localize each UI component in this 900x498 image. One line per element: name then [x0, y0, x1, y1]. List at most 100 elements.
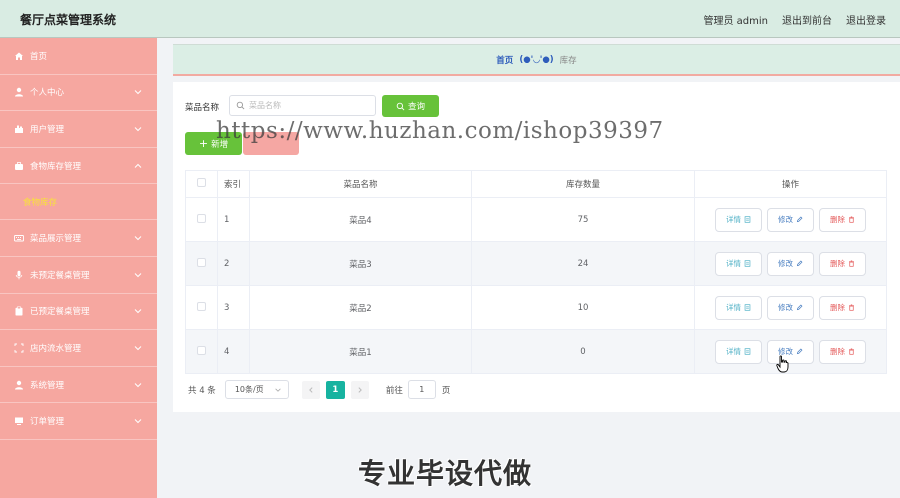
trash-icon: [849, 348, 854, 355]
pencil-icon: [796, 216, 803, 223]
sidebar-item-store-flow[interactable]: 店内流水管理: [0, 330, 157, 367]
search-field[interactable]: [229, 95, 376, 116]
document-icon: [744, 216, 751, 223]
person-icon: [14, 380, 24, 390]
search-input[interactable]: [249, 101, 369, 110]
next-page-button[interactable]: [350, 380, 369, 399]
row-dish-name: 菜品2: [249, 285, 472, 330]
sidebar-item-orders[interactable]: 订单管理: [0, 403, 157, 440]
page-size-select[interactable]: 10条/页: [224, 380, 289, 399]
document-icon: [744, 304, 751, 311]
crop-icon: [14, 343, 24, 353]
sidebar-item-label: 未预定餐桌管理: [30, 270, 90, 281]
document-icon: [744, 348, 751, 355]
hand-cursor-icon: [776, 355, 789, 373]
chevron-down-icon: [134, 236, 142, 241]
detail-button[interactable]: 详情: [715, 295, 762, 320]
sidebar-item-reserved-tables[interactable]: 已预定餐桌管理: [0, 294, 157, 331]
sidebar-item-profile[interactable]: 个人中心: [0, 75, 157, 112]
delete-button[interactable]: 删除: [819, 251, 866, 276]
sidebar-item-system[interactable]: 系统管理: [0, 367, 157, 404]
edit-button[interactable]: 修改: [767, 339, 814, 364]
edit-button[interactable]: 修改: [767, 251, 814, 276]
batch-delete-button[interactable]: [243, 132, 299, 155]
edit-label: 修改: [778, 215, 793, 224]
delete-label: 删除: [830, 215, 845, 224]
column-header: 操作: [694, 170, 887, 198]
keyboard-icon: [14, 233, 24, 243]
row-checkbox[interactable]: [197, 213, 206, 223]
user-icon: [14, 87, 24, 97]
breadcrumb-home[interactable]: 首页: [496, 54, 513, 66]
column-header: 索引: [217, 170, 250, 198]
delete-button[interactable]: 删除: [819, 339, 866, 364]
chevron-down-icon: [134, 382, 142, 387]
edit-button[interactable]: 修改: [767, 295, 814, 320]
pagination: 共 4 条 10条/页 1 前往 页: [188, 380, 450, 399]
column-header: 库存数量: [471, 170, 695, 198]
query-button-label: 查询: [407, 102, 425, 112]
row-stock: 10: [471, 285, 695, 330]
table-row: 1 菜品4 75 详情 修改 删除: [185, 197, 887, 242]
detail-label: 详情: [726, 303, 741, 312]
query-button[interactable]: 查询: [382, 95, 439, 117]
column-header: 菜品名称: [249, 170, 472, 198]
chevron-right-icon: [358, 386, 362, 393]
sidebar-item-label: 用户管理: [30, 124, 65, 135]
trash-icon: [849, 216, 854, 223]
sidebar-item-label: 食物库存管理: [30, 161, 82, 172]
detail-button[interactable]: 详情: [715, 339, 762, 364]
clipboard-icon: [14, 306, 24, 316]
delete-label: 删除: [830, 303, 845, 312]
delete-label: 删除: [830, 347, 845, 356]
exit-to-front-link[interactable]: 退出到前台: [782, 12, 832, 27]
chevron-down-icon: [134, 272, 142, 277]
pagination-total: 共 4 条: [188, 385, 216, 396]
row-dish-name: 菜品1: [249, 329, 472, 374]
breadcrumb: 首页 (●'◡'●) 库存: [173, 44, 900, 76]
sidebar-item-dish-display[interactable]: 菜品展示管理: [0, 220, 157, 257]
users-icon: [14, 124, 24, 134]
top-right-links: 管理员 admin 退出到前台 退出登录: [703, 12, 886, 27]
pencil-icon: [796, 348, 803, 355]
chevron-down-icon: [134, 419, 142, 424]
add-button[interactable]: + 新增: [185, 132, 242, 155]
sidebar: 首页 个人中心 用户管理 食物库存管理 食物库存 菜品展示管理 未预定餐桌管理 …: [0, 38, 157, 498]
sidebar-subitem-food-stock[interactable]: 食物库存: [0, 184, 157, 221]
delete-label: 删除: [830, 259, 845, 268]
sidebar-item-label: 首页: [30, 51, 48, 62]
search-label: 菜品名称: [185, 103, 220, 113]
select-all-cell: [185, 170, 218, 198]
edit-button[interactable]: 修改: [767, 207, 814, 232]
row-checkbox[interactable]: [197, 257, 206, 267]
sidebar-item-users[interactable]: 用户管理: [0, 111, 157, 148]
chevron-down-icon: [134, 346, 142, 351]
detail-button[interactable]: 详情: [715, 251, 762, 276]
table-row: 3 菜品2 10 详情 修改 删除: [185, 285, 887, 330]
sidebar-item-home[interactable]: 首页: [0, 38, 157, 75]
row-checkbox[interactable]: [197, 345, 206, 355]
row-dish-name: 菜品4: [249, 197, 472, 242]
monitor-icon: [14, 416, 24, 426]
page-number-current[interactable]: 1: [325, 380, 345, 399]
sidebar-item-unreserved-tables[interactable]: 未预定餐桌管理: [0, 257, 157, 294]
sidebar-item-label: 订单管理: [30, 417, 65, 428]
sidebar-item-food-stock[interactable]: 食物库存管理: [0, 148, 157, 185]
logout-link[interactable]: 退出登录: [846, 12, 886, 27]
detail-button[interactable]: 详情: [715, 207, 762, 232]
search-icon: [236, 101, 245, 110]
row-stock: 24: [471, 241, 695, 286]
goto-page-input[interactable]: [407, 380, 436, 399]
select-all-checkbox[interactable]: [197, 178, 206, 187]
detail-label: 详情: [726, 215, 741, 224]
row-checkbox[interactable]: [197, 301, 206, 311]
delete-button[interactable]: 删除: [819, 295, 866, 320]
prev-page-button[interactable]: [301, 380, 320, 399]
delete-button[interactable]: 删除: [819, 207, 866, 232]
row-index: 3: [217, 285, 250, 330]
row-index: 1: [217, 197, 250, 242]
chevron-up-icon: [134, 163, 142, 168]
row-dish-name: 菜品3: [249, 241, 472, 286]
briefcase-icon: [14, 161, 24, 171]
goto-label: 前往: [385, 385, 403, 396]
